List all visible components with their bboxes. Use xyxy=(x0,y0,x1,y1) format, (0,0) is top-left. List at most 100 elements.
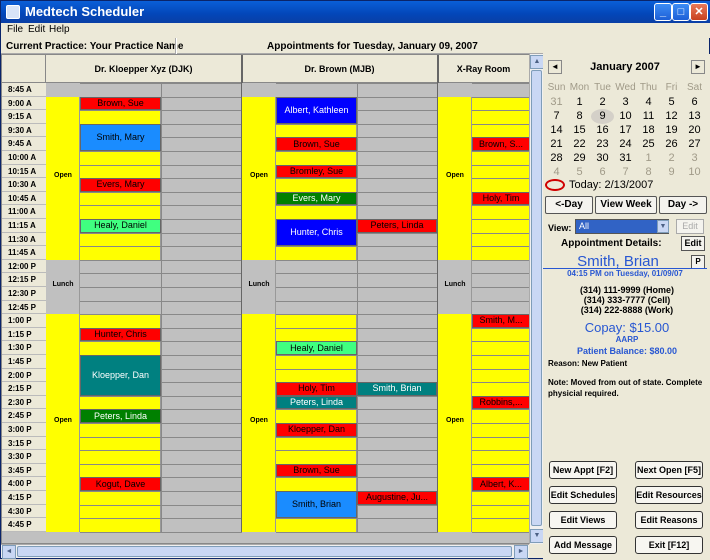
chevron-down-icon[interactable]: ▼ xyxy=(657,220,669,233)
calendar-day[interactable]: 7 xyxy=(614,165,637,180)
next-day-button[interactable]: Day -> xyxy=(659,196,707,214)
schedule-grid[interactable]: Dr. Kloepper Xyz (DJK) Dr. Brown (MJB) X… xyxy=(1,54,543,544)
appointment-block[interactable]: Kloepper, Dan xyxy=(276,423,357,437)
appointment-block[interactable]: Hunter, Chris xyxy=(276,219,357,247)
calendar-day[interactable]: 1 xyxy=(568,95,591,110)
view-edit-button[interactable]: Edit xyxy=(676,219,704,234)
calendar-day[interactable]: 6 xyxy=(591,165,614,180)
calendar-day[interactable]: 9 xyxy=(591,109,614,124)
scroll-right-icon[interactable]: ► xyxy=(514,545,528,559)
appointment-block[interactable]: Peters, Linda xyxy=(80,409,161,423)
vertical-scrollbar[interactable]: ▲ ▼ xyxy=(529,54,544,544)
appointment-block[interactable]: Peters, Linda xyxy=(276,395,357,410)
appointment-block[interactable]: Healy, Daniel xyxy=(276,341,357,355)
patient-button[interactable]: P xyxy=(691,255,705,269)
calendar-day[interactable]: 14 xyxy=(545,123,568,138)
details-edit-button[interactable]: Edit xyxy=(681,236,705,251)
appointment-block[interactable]: Smith, Mary xyxy=(80,123,161,151)
calendar-day[interactable]: 5 xyxy=(568,165,591,180)
appointment-block[interactable]: Augustine, Ju... xyxy=(357,491,437,505)
calendar-day[interactable]: 10 xyxy=(614,109,637,124)
calendar-day[interactable]: 23 xyxy=(591,137,614,152)
horizontal-scroll-thumb[interactable] xyxy=(17,546,512,557)
prev-day-button[interactable]: <-Day xyxy=(545,196,593,214)
appointment-block[interactable]: Evers, Mary xyxy=(80,178,161,192)
edit-views-button[interactable]: Edit Views xyxy=(549,511,617,529)
calendar-day[interactable]: 15 xyxy=(568,123,591,138)
calendar-day[interactable]: 31 xyxy=(545,95,568,110)
calendar-day[interactable]: 18 xyxy=(637,123,660,138)
appointment-block[interactable]: Brown, Sue xyxy=(276,463,357,478)
calendar-day[interactable]: 4 xyxy=(545,165,568,180)
appointment-block[interactable]: Evers, Mary xyxy=(276,191,357,206)
menu-file[interactable]: File xyxy=(7,24,23,35)
calendar-day[interactable]: 21 xyxy=(545,137,568,152)
calendar-day[interactable]: 3 xyxy=(614,95,637,110)
maximize-button[interactable]: □ xyxy=(672,3,690,21)
appointment-block[interactable]: Albert, Kathleen xyxy=(276,96,357,124)
view-week-button[interactable]: View Week xyxy=(595,196,657,214)
new-appt-button[interactable]: New Appt [F2] xyxy=(549,461,617,479)
calendar-day[interactable]: 13 xyxy=(683,109,706,124)
calendar-day[interactable]: 31 xyxy=(614,151,637,166)
calendar-day[interactable]: 17 xyxy=(614,123,637,138)
appointment-block[interactable]: Smith, Brian xyxy=(276,491,357,519)
calendar-day[interactable]: 27 xyxy=(683,137,706,152)
calendar-next-icon[interactable]: ► xyxy=(691,60,705,74)
appointment-block[interactable]: Healy, Daniel xyxy=(80,219,161,233)
calendar-day[interactable]: 8 xyxy=(568,109,591,124)
appointment-block[interactable]: Hunter, Chris xyxy=(80,327,161,342)
calendar-day[interactable]: 6 xyxy=(683,95,706,110)
appointment-block[interactable]: Holy, Tim xyxy=(472,191,530,206)
calendar-prev-icon[interactable]: ◄ xyxy=(548,60,562,74)
calendar-day[interactable]: 5 xyxy=(660,95,683,110)
calendar-day[interactable]: 22 xyxy=(568,137,591,152)
exit-button[interactable]: Exit [F12] xyxy=(635,536,703,554)
appointment-block[interactable]: Kloepper, Dan xyxy=(80,355,161,396)
calendar-day[interactable]: 24 xyxy=(614,137,637,152)
appointment-block[interactable]: Albert, K... xyxy=(472,477,530,491)
appointment-block[interactable]: Bromley, Sue xyxy=(276,164,357,179)
calendar-day[interactable]: 2 xyxy=(591,95,614,110)
add-message-button[interactable]: Add Message xyxy=(549,536,617,554)
appointment-block[interactable]: Robbins,... xyxy=(472,395,530,410)
calendar-day[interactable]: 9 xyxy=(660,165,683,180)
calendar-day[interactable]: 30 xyxy=(591,151,614,166)
calendar-day[interactable]: 8 xyxy=(637,165,660,180)
calendar-day[interactable]: 11 xyxy=(637,109,660,124)
calendar-day[interactable]: 1 xyxy=(637,151,660,166)
appointment-block[interactable]: Smith, M... xyxy=(472,314,530,328)
horizontal-scrollbar[interactable]: ◄ ► xyxy=(1,544,529,559)
appointment-block[interactable]: Brown, Sue xyxy=(276,137,357,151)
minimize-button[interactable]: _ xyxy=(654,3,672,21)
calendar-day[interactable]: 16 xyxy=(591,123,614,138)
edit-reasons-button[interactable]: Edit Reasons xyxy=(635,511,703,529)
scroll-up-icon[interactable]: ▲ xyxy=(530,55,544,69)
scroll-left-icon[interactable]: ◄ xyxy=(2,545,16,559)
appointment-block[interactable]: Kogut, Dave xyxy=(80,477,161,491)
calendar-day[interactable]: 25 xyxy=(637,137,660,152)
view-select[interactable]: All xyxy=(575,219,669,234)
appointment-block[interactable]: Smith, Brian xyxy=(357,382,437,396)
edit-resources-button[interactable]: Edit Resources xyxy=(635,486,703,504)
calendar-day[interactable]: 4 xyxy=(637,95,660,110)
menu-help[interactable]: Help xyxy=(49,24,70,35)
calendar-day[interactable]: 3 xyxy=(683,151,706,166)
edit-schedules-button[interactable]: Edit Schedules xyxy=(549,486,617,504)
appointment-block[interactable]: Holy, Tim xyxy=(276,382,357,396)
calendar-day[interactable]: 20 xyxy=(683,123,706,138)
appointment-block[interactable]: Brown, Sue xyxy=(80,96,161,111)
calendar-day[interactable]: 19 xyxy=(660,123,683,138)
menu-edit[interactable]: Edit xyxy=(28,24,45,35)
calendar-day[interactable]: 10 xyxy=(683,165,706,180)
calendar-day[interactable]: 12 xyxy=(660,109,683,124)
scroll-down-icon[interactable]: ▼ xyxy=(530,529,544,543)
calendar-day[interactable]: 7 xyxy=(545,109,568,124)
calendar-day[interactable]: 29 xyxy=(568,151,591,166)
next-open-button[interactable]: Next Open [F5] xyxy=(635,461,703,479)
close-button[interactable]: ✕ xyxy=(690,3,708,21)
appointment-block[interactable]: Brown, S... xyxy=(472,137,530,151)
calendar-day[interactable]: 26 xyxy=(660,137,683,152)
calendar-day[interactable]: 2 xyxy=(660,151,683,166)
calendar-day[interactable]: 28 xyxy=(545,151,568,166)
